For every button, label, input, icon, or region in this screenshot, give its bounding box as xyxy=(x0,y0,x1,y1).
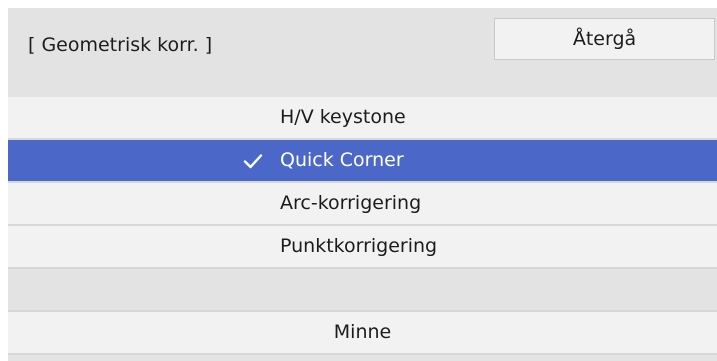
menu-item-hv-keystone[interactable]: H/V keystone xyxy=(8,97,717,140)
panel-header: [ Geometrisk korr. ] Återgå xyxy=(8,8,717,90)
page-title: [ Geometrisk korr. ] xyxy=(28,34,213,56)
memory-button[interactable]: Minne xyxy=(8,312,717,355)
menu-item-label: H/V keystone xyxy=(280,106,406,128)
correction-menu: H/V keystone Quick Corner Arc-korrigerin… xyxy=(8,97,717,355)
menu-item-point-correction[interactable]: Punktkorrigering xyxy=(8,226,717,269)
geometry-correction-panel: [ Geometrisk korr. ] Återgå H/V keystone… xyxy=(8,8,717,361)
checkmark-icon xyxy=(243,154,263,169)
menu-item-label: Quick Corner xyxy=(280,149,404,171)
menu-item-quick-corner[interactable]: Quick Corner xyxy=(8,140,717,183)
menu-item-arc-correction[interactable]: Arc-korrigering xyxy=(8,183,717,226)
menu-item-label: Arc-korrigering xyxy=(280,192,422,214)
menu-item-label: Punktkorrigering xyxy=(280,235,438,257)
memory-label: Minne xyxy=(333,321,392,343)
back-button[interactable]: Återgå xyxy=(494,18,715,60)
menu-spacer xyxy=(8,269,717,312)
